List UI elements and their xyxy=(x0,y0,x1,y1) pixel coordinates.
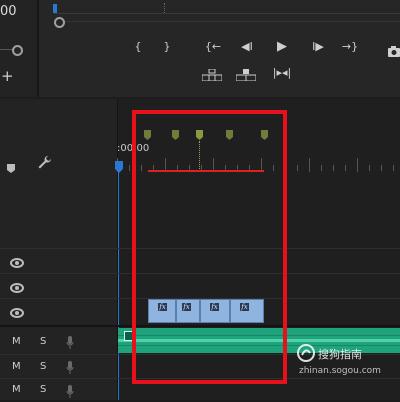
ruler-tick xyxy=(309,158,310,172)
ruler-tick xyxy=(333,165,334,171)
ruler-tick xyxy=(321,165,322,171)
lift-icon[interactable] xyxy=(201,66,223,85)
solo-track-button[interactable]: S xyxy=(40,384,46,395)
monitor-controls-area: { } {← ◀I ▶ I▶ →} |▸◂| xyxy=(39,0,400,97)
mute-track-button[interactable]: M xyxy=(12,384,21,395)
timecode-display[interactable]: 00 xyxy=(0,4,17,19)
solo-track-button[interactable]: S xyxy=(40,336,46,347)
zoom-handle[interactable] xyxy=(12,45,23,56)
step-forward-button[interactable]: I▶ xyxy=(307,40,329,54)
ruler-tick xyxy=(369,165,370,171)
voiceover-record-icon[interactable] xyxy=(66,383,74,402)
mute-track-button[interactable]: M xyxy=(12,336,21,347)
play-button[interactable]: ▶ xyxy=(273,40,291,54)
step-back-button[interactable]: ◀I xyxy=(236,40,258,54)
playhead-handle[interactable] xyxy=(115,158,123,177)
watermark-brand: 搜狗指南 xyxy=(318,348,362,361)
voiceover-record-icon[interactable] xyxy=(66,359,74,378)
go-to-in-button[interactable]: {← xyxy=(202,40,224,54)
trim-icon[interactable]: |▸◂| xyxy=(271,66,293,80)
mark-in-button[interactable]: { xyxy=(131,40,145,54)
ruler-tick xyxy=(297,165,298,171)
mute-track-button[interactable]: M xyxy=(12,361,21,372)
mark-out-button[interactable]: } xyxy=(160,40,174,54)
monitor-left-panel: 00 + xyxy=(0,0,39,97)
highlight-annotation xyxy=(132,110,287,384)
ruler-tick xyxy=(357,158,358,172)
ruler-tick xyxy=(381,165,382,171)
playhead-line xyxy=(118,168,119,400)
extract-icon[interactable] xyxy=(235,66,257,85)
toggle-track-output-icon[interactable] xyxy=(10,308,24,318)
wrench-icon[interactable] xyxy=(37,155,52,174)
monitor-ruler-marker xyxy=(164,3,166,13)
monitor-playhead[interactable] xyxy=(53,4,57,13)
monitor-scrub-bar[interactable] xyxy=(54,13,400,14)
add-marker-icon[interactable] xyxy=(7,158,15,177)
add-button[interactable]: + xyxy=(1,67,14,85)
watermark-url: zhinan.sogou.com xyxy=(299,366,381,376)
zoom-track[interactable] xyxy=(0,49,12,50)
ruler-tick xyxy=(345,165,346,171)
voiceover-record-icon[interactable] xyxy=(66,334,74,353)
ruler-tick xyxy=(393,165,394,171)
go-to-out-button[interactable]: →} xyxy=(339,40,361,54)
monitor-zoom-bar[interactable] xyxy=(65,21,400,22)
monitor-zoom-left-handle[interactable] xyxy=(54,17,65,28)
toggle-track-output-icon[interactable] xyxy=(10,283,24,293)
solo-track-button[interactable]: S xyxy=(40,361,46,372)
sogou-logo-icon xyxy=(296,343,316,367)
toggle-track-output-icon[interactable] xyxy=(10,258,24,268)
ruler-tick xyxy=(129,165,130,171)
export-frame-icon[interactable] xyxy=(388,42,400,61)
